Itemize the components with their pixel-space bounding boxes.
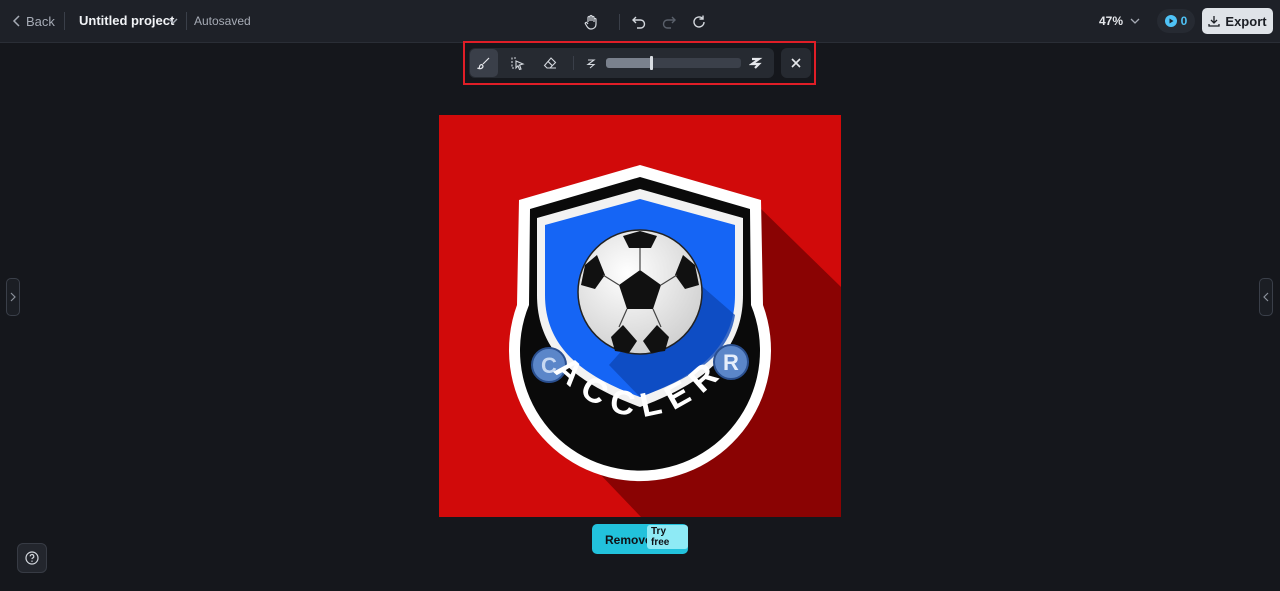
quick-select-icon: [510, 56, 525, 70]
export-button[interactable]: Export: [1202, 8, 1273, 34]
help-icon: [25, 551, 39, 565]
remove-button[interactable]: Remove Try free: [592, 524, 688, 554]
zoom-dropdown[interactable]: 47%: [1099, 14, 1141, 28]
brush-size-slider[interactable]: [606, 56, 741, 70]
download-icon: [1208, 16, 1221, 27]
reset-button[interactable]: [688, 11, 710, 33]
brush-size-small-button[interactable]: [578, 49, 604, 77]
undo-icon: [632, 16, 646, 29]
brush-tool-button[interactable]: [470, 49, 498, 77]
credits-count: 0: [1180, 14, 1188, 28]
brush-size-large-button[interactable]: [743, 49, 769, 77]
back-label: Back: [26, 13, 55, 29]
history-toolbar: [580, 11, 710, 33]
brush-size-fill: [606, 58, 651, 68]
brush-toolbar: [469, 48, 774, 78]
redo-icon: [662, 16, 676, 29]
export-label: Export: [1225, 13, 1267, 29]
right-panel-toggle[interactable]: [1259, 278, 1273, 316]
refresh-icon: [693, 15, 705, 28]
canvas-image[interactable]: C R ACCLER: [439, 115, 841, 517]
back-button[interactable]: Back: [12, 11, 55, 31]
divider: [573, 56, 574, 70]
try-free-badge: Try free: [647, 525, 688, 549]
credit-coin-icon: [1164, 15, 1177, 27]
chevron-right-icon: [10, 292, 16, 302]
zoom-value: 47%: [1099, 14, 1124, 28]
chevron-left-icon: [1263, 292, 1269, 302]
close-brush-toolbar-button[interactable]: [781, 48, 811, 78]
divider: [619, 14, 620, 30]
close-icon: [791, 58, 801, 68]
eraser-tool-button[interactable]: [536, 49, 564, 77]
brush-size-large-icon: [749, 57, 763, 69]
project-title[interactable]: Untitled project: [79, 13, 174, 28]
brush-icon: [477, 57, 490, 70]
remove-label: Remove: [605, 533, 652, 547]
brush-size-thumb[interactable]: [650, 56, 653, 70]
quick-select-button[interactable]: [503, 49, 531, 77]
left-panel-toggle[interactable]: [6, 278, 20, 316]
divider: [186, 12, 187, 30]
eraser-icon: [543, 57, 557, 69]
divider: [64, 12, 65, 30]
save-status: Autosaved: [194, 14, 251, 28]
help-button[interactable]: [17, 543, 47, 573]
redo-button[interactable]: [658, 11, 680, 33]
undo-button[interactable]: [628, 11, 650, 33]
hand-icon: [584, 14, 597, 30]
credits-button[interactable]: 0: [1157, 9, 1195, 33]
chevron-down-icon[interactable]: [166, 14, 180, 28]
chevron-left-icon: [12, 15, 20, 27]
top-bar: Back Untitled project Autosaved 47% 0 Ex…: [0, 0, 1280, 43]
pan-hand-button[interactable]: [580, 11, 602, 33]
brush-size-small-icon: [586, 59, 596, 69]
chevron-down-icon: [1130, 18, 1140, 24]
